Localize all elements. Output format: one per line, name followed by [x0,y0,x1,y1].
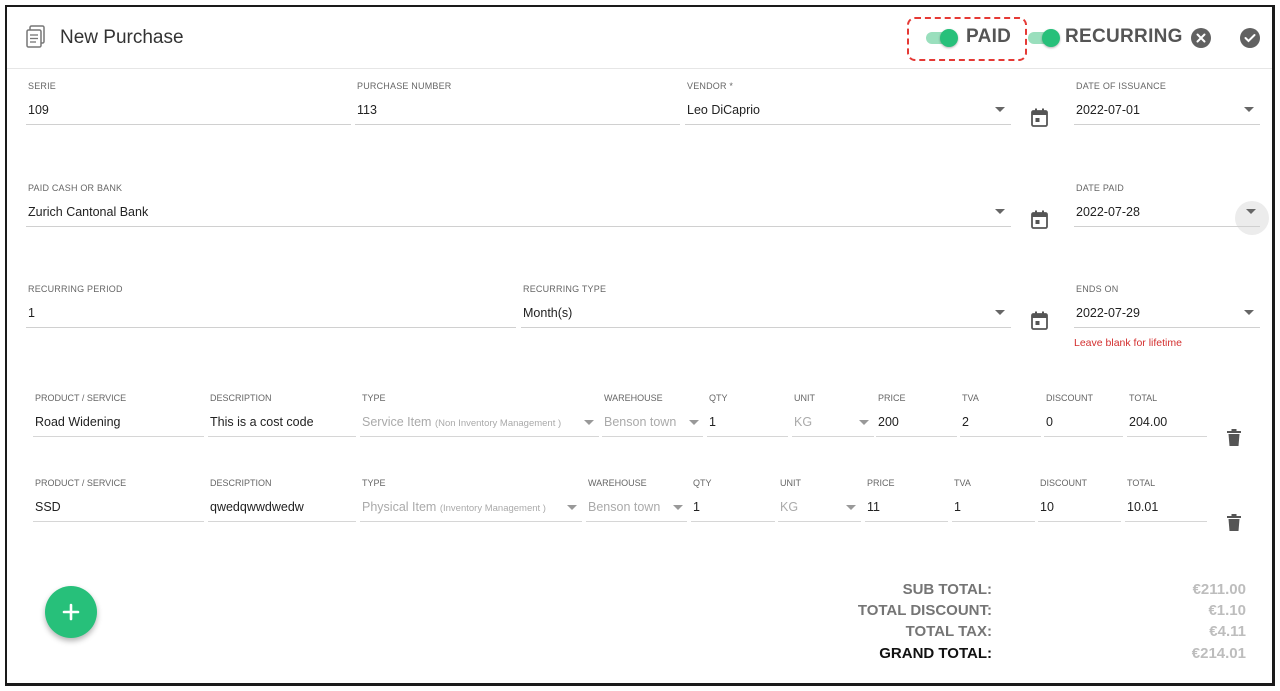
chevron-down-icon [846,505,856,510]
calendar-icon[interactable] [1031,210,1048,229]
plus-icon [62,603,80,621]
date-paid-dropdown-button[interactable] [1235,201,1269,235]
chevron-down-icon[interactable] [1244,107,1254,112]
chevron-down-icon [689,420,699,425]
check-circle-icon[interactable] [1240,28,1260,48]
total-discount-value: €1.10 [1208,602,1246,619]
chevron-down-icon [859,420,869,425]
date-of-issuance-value: 2022-07-01 [1076,103,1140,117]
recurring-period-value: 1 [28,306,35,320]
trash-icon[interactable] [1227,514,1241,531]
calendar-icon[interactable] [1031,311,1048,330]
chevron-down-icon [995,209,1005,214]
close-circle-icon[interactable] [1191,28,1211,48]
dialog-header: New Purchase PAID RECURRING [7,7,1272,69]
grand-total-value: €214.01 [1191,645,1246,662]
recurring-toggle[interactable] [1028,29,1062,47]
grand-total-label: GRAND TOTAL: [879,645,992,662]
recurring-label: RECURRING [1065,26,1183,47]
page-title: New Purchase [60,27,184,48]
document-icon [26,25,45,48]
date-paid-value: 2022-07-28 [1076,205,1140,219]
total-tax-label: TOTAL TAX: [905,623,992,640]
paid-label: PAID [966,26,1012,47]
chevron-down-icon [673,505,683,510]
total-tax-value: €4.11 [1209,623,1246,640]
trash-icon[interactable] [1227,429,1241,446]
total-discount-label: TOTAL DISCOUNT: [857,602,992,619]
chevron-down-icon [567,505,577,510]
purchase-dialog: New Purchase PAID RECURRING SERIE 109 PU… [5,5,1275,686]
calendar-icon[interactable] [1031,108,1048,127]
serie-value: 109 [28,103,49,117]
add-item-button[interactable] [45,586,97,638]
sub-total-label: SUB TOTAL: [902,581,992,598]
chevron-down-icon[interactable] [1246,209,1256,214]
chevron-down-icon [995,310,1005,315]
ends-on-value: 2022-07-29 [1076,306,1140,320]
recurring-type-value: Month(s) [523,306,573,320]
chevron-down-icon [584,420,594,425]
paid-cash-or-bank-value: Zurich Cantonal Bank [28,205,149,219]
chevron-down-icon[interactable] [1244,310,1254,315]
sub-total-value: €211.00 [1192,581,1246,598]
vendor-value: Leo DiCaprio [687,103,760,117]
paid-toggle[interactable] [926,29,960,47]
chevron-down-icon [995,107,1005,112]
purchase-number-value: 113 [357,103,377,117]
ends-on-helper-text: Leave blank for lifetime [1074,337,1182,349]
